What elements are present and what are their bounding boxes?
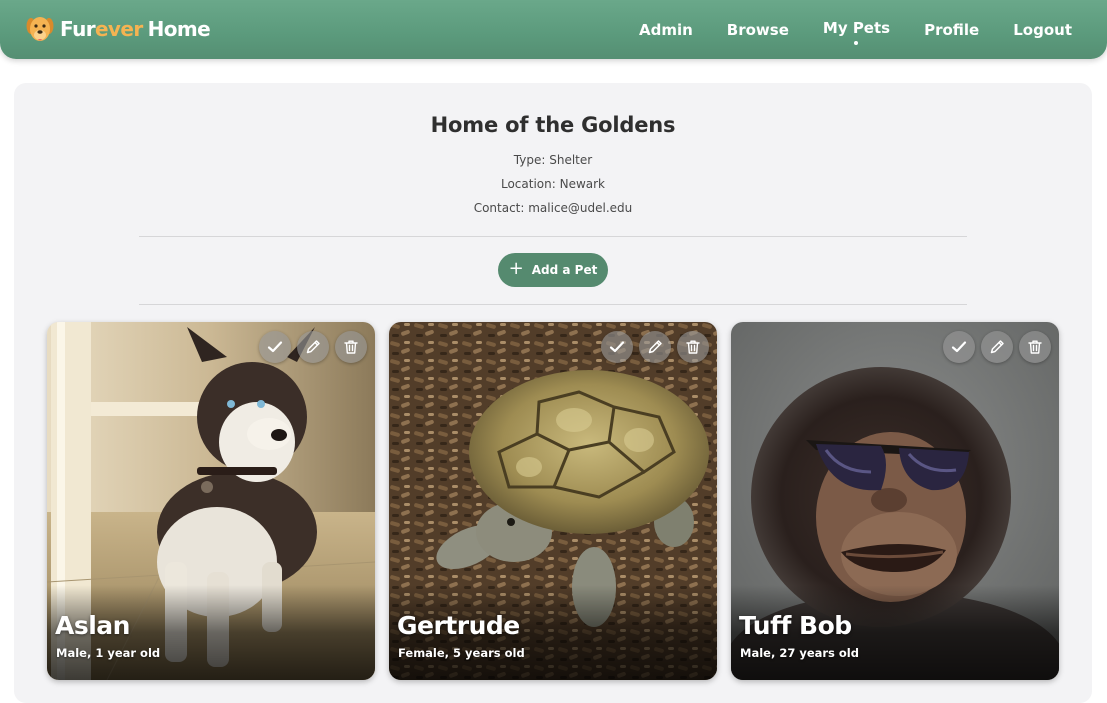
nav-link-browse[interactable]: Browse xyxy=(727,21,789,39)
edit-pet-button[interactable] xyxy=(981,331,1013,363)
pencil-icon xyxy=(990,340,1004,354)
active-indicator-dot xyxy=(854,40,859,45)
delete-pet-button[interactable] xyxy=(1019,331,1051,363)
mark-adopted-button[interactable] xyxy=(259,331,291,363)
edit-pet-button[interactable] xyxy=(639,331,671,363)
organization-panel: Home of the Goldens Type: Shelter Locati… xyxy=(14,83,1092,703)
mark-adopted-button[interactable] xyxy=(601,331,633,363)
brand-name: Furever Home xyxy=(60,17,211,41)
brand-fur: Fur xyxy=(60,17,96,41)
card-action-buttons xyxy=(595,331,709,363)
nav-link-my-pets[interactable]: My Pets xyxy=(822,18,891,45)
pet-name: Tuff Bob xyxy=(739,611,852,640)
brand-ever: ever xyxy=(94,17,143,41)
card-action-buttons xyxy=(253,331,367,363)
pencil-icon xyxy=(306,340,320,354)
organization-name: Home of the Goldens xyxy=(430,113,676,137)
pet-card[interactable]: Gertrude Female, 5 years old xyxy=(389,322,717,680)
pet-name: Gertrude xyxy=(397,611,520,640)
dog-face-icon xyxy=(26,17,54,41)
trash-icon xyxy=(344,340,358,354)
divider-bottom xyxy=(139,304,967,305)
add-pet-button[interactable]: + Add a Pet xyxy=(498,253,608,287)
delete-pet-button[interactable] xyxy=(335,331,367,363)
trash-icon xyxy=(686,340,700,354)
trash-icon xyxy=(1028,340,1042,354)
pet-info: Male, 1 year old xyxy=(56,646,161,660)
card-action-buttons xyxy=(937,331,1051,363)
organization-location: Location: Newark xyxy=(500,177,606,191)
brand-logo-link[interactable]: Furever Home xyxy=(26,14,211,44)
delete-pet-button[interactable] xyxy=(677,331,709,363)
mark-adopted-button[interactable] xyxy=(943,331,975,363)
plus-icon: + xyxy=(508,258,524,279)
divider-top xyxy=(139,236,967,237)
edit-pet-button[interactable] xyxy=(297,331,329,363)
check-icon xyxy=(951,341,967,353)
add-pet-label: Add a Pet xyxy=(531,263,598,277)
pet-name: Aslan xyxy=(55,611,130,640)
brand-home: Home xyxy=(147,17,211,41)
nav-link-logout[interactable]: Logout xyxy=(1013,21,1072,39)
nav-links: Admin Browse My Pets Profile Logout xyxy=(605,0,1072,59)
check-icon xyxy=(609,341,625,353)
organization-type: Type: Shelter xyxy=(513,153,593,167)
nav-link-profile[interactable]: Profile xyxy=(924,21,979,39)
pet-info: Male, 27 years old xyxy=(740,646,859,660)
pencil-icon xyxy=(648,340,662,354)
pet-info: Female, 5 years old xyxy=(398,646,525,660)
organization-contact: Contact: malice@udel.edu xyxy=(473,201,633,215)
nav-link-my-pets-label: My Pets xyxy=(822,18,891,37)
nav-link-admin[interactable]: Admin xyxy=(639,21,693,39)
pet-card[interactable]: Aslan Male, 1 year old xyxy=(47,322,375,680)
top-navbar: Furever Home Admin Browse My Pets Profile… xyxy=(0,0,1107,59)
check-icon xyxy=(267,341,283,353)
pet-card[interactable]: Tuff Bob Male, 27 years old xyxy=(731,322,1059,680)
